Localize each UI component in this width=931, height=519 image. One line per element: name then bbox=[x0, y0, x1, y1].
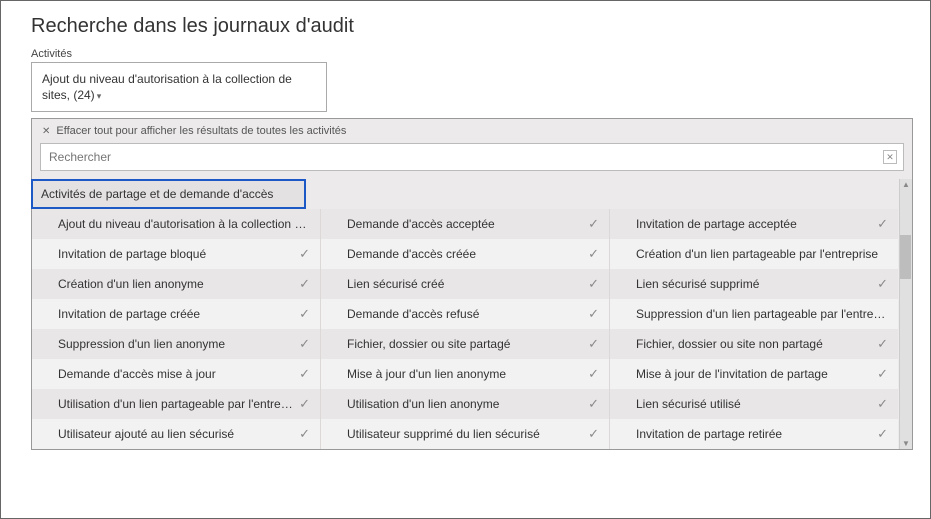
activity-item-label: Utilisateur ajouté au lien sécurisé bbox=[58, 427, 234, 441]
activity-item[interactable]: Demande d'accès acceptée ✓ bbox=[321, 209, 610, 239]
check-icon: ✓ bbox=[588, 276, 599, 292]
activity-item-label: Utilisation d'un lien anonyme bbox=[347, 397, 499, 411]
activity-item-label: Fichier, dossier ou site non partagé bbox=[636, 337, 823, 351]
activity-item[interactable]: Lien sécurisé supprimé ✓ bbox=[610, 269, 898, 299]
activity-row: Invitation de partage bloqué✓Demande d'a… bbox=[32, 239, 898, 269]
check-icon: ✓ bbox=[299, 426, 310, 442]
activity-row: Utilisation d'un lien partageable par l'… bbox=[32, 389, 898, 419]
activity-item-label: Demande d'accès créée bbox=[347, 247, 476, 261]
check-icon: ✓ bbox=[877, 426, 888, 442]
page-title: Recherche dans les journaux d'audit bbox=[31, 15, 912, 38]
chevron-down-icon: ▾ bbox=[97, 91, 102, 101]
activity-item[interactable]: Lien sécurisé utilisé ✓ bbox=[610, 389, 898, 419]
activity-item-label: Lien sécurisé utilisé bbox=[636, 397, 741, 411]
check-icon: ✓ bbox=[588, 306, 599, 322]
search-input[interactable] bbox=[41, 144, 903, 170]
activity-item-label: Suppression d'un lien anonyme bbox=[58, 337, 225, 351]
activities-dropdown-panel: ✕ Effacer tout pour afficher les résulta… bbox=[31, 118, 913, 450]
activity-row: Utilisateur ajouté au lien sécurisé✓Util… bbox=[32, 419, 898, 449]
check-icon: ✓ bbox=[588, 366, 599, 382]
activity-item[interactable]: Utilisateur ajouté au lien sécurisé ✓ bbox=[32, 419, 321, 449]
activity-row: Ajout du niveau d'autorisation à la coll… bbox=[32, 209, 898, 239]
check-icon: ✓ bbox=[299, 246, 310, 262]
activity-item[interactable]: Suppression d'un lien partageable par l'… bbox=[610, 299, 898, 329]
activity-item-label: Suppression d'un lien partageable par l'… bbox=[636, 307, 888, 321]
check-icon: ✓ bbox=[588, 246, 599, 262]
activity-item-label: Lien sécurisé supprimé bbox=[636, 277, 759, 291]
activity-item-label: Lien sécurisé créé bbox=[347, 277, 444, 291]
activity-item[interactable]: Fichier, dossier ou site partagé ✓ bbox=[321, 329, 610, 359]
check-icon: ✓ bbox=[877, 336, 888, 352]
activity-item[interactable]: Invitation de partage créée ✓ bbox=[32, 299, 321, 329]
activities-field-label: Activités bbox=[31, 48, 912, 60]
clear-all-label: Effacer tout pour afficher les résultats… bbox=[56, 125, 346, 137]
activity-item[interactable]: Demande d'accès mise à jour ✓ bbox=[32, 359, 321, 389]
activity-item[interactable]: Suppression d'un lien anonyme ✓ bbox=[32, 329, 321, 359]
activities-selector[interactable]: Ajout du niveau d'autorisation à la coll… bbox=[31, 62, 327, 112]
activity-item[interactable]: Lien sécurisé créé ✓ bbox=[321, 269, 610, 299]
check-icon: ✓ bbox=[299, 396, 310, 412]
activity-item[interactable]: Invitation de partage retirée ✓ bbox=[610, 419, 898, 449]
activity-item[interactable]: Fichier, dossier ou site non partagé ✓ bbox=[610, 329, 898, 359]
activity-item-label: Invitation de partage bloqué bbox=[58, 247, 206, 261]
check-icon: ✓ bbox=[299, 336, 310, 352]
activity-item[interactable]: Utilisateur supprimé du lien sécurisé ✓ bbox=[321, 419, 610, 449]
activity-item-label: Création d'un lien anonyme bbox=[58, 277, 204, 291]
activity-item-label: Demande d'accès refusé bbox=[347, 307, 479, 321]
activity-item[interactable]: Invitation de partage bloqué ✓ bbox=[32, 239, 321, 269]
activity-item-label: Ajout du niveau d'autorisation à la coll… bbox=[58, 217, 310, 231]
activity-row: Demande d'accès mise à jour✓Mise à jour … bbox=[32, 359, 898, 389]
activity-item[interactable]: Utilisation d'un lien anonyme ✓ bbox=[321, 389, 610, 419]
activity-row: Invitation de partage créée✓Demande d'ac… bbox=[32, 299, 898, 329]
activity-item[interactable]: Ajout du niveau d'autorisation à la coll… bbox=[32, 209, 321, 239]
activity-item[interactable]: Demande d'accès refusé ✓ bbox=[321, 299, 610, 329]
check-icon: ✓ bbox=[877, 366, 888, 382]
activities-list: Activités de partage et de demande d'acc… bbox=[32, 179, 912, 449]
check-icon: ✓ bbox=[299, 366, 310, 382]
activity-item-label: Invitation de partage créée bbox=[58, 307, 200, 321]
check-icon: ✓ bbox=[877, 396, 888, 412]
search-clear-icon[interactable]: ✕ bbox=[883, 150, 897, 164]
activity-item-label: Demande d'accès mise à jour bbox=[58, 367, 216, 381]
activity-item[interactable]: Création d'un lien anonyme ✓ bbox=[32, 269, 321, 299]
activity-item-label: Mise à jour de l'invitation de partage bbox=[636, 367, 828, 381]
scrollbar-thumb[interactable] bbox=[900, 235, 911, 279]
activity-item-label: Mise à jour d'un lien anonyme bbox=[347, 367, 506, 381]
activity-item[interactable]: Utilisation d'un lien partageable par l'… bbox=[32, 389, 321, 419]
check-icon: ✓ bbox=[588, 396, 599, 412]
check-icon: ✓ bbox=[877, 276, 888, 292]
activity-item[interactable]: Demande d'accès créée ✓ bbox=[321, 239, 610, 269]
activity-item-label: Demande d'accès acceptée bbox=[347, 217, 495, 231]
check-icon: ✓ bbox=[588, 216, 599, 232]
activity-item[interactable]: Mise à jour de l'invitation de partage ✓ bbox=[610, 359, 898, 389]
activity-row: Création d'un lien anonyme✓Lien sécurisé… bbox=[32, 269, 898, 299]
check-icon: ✓ bbox=[299, 276, 310, 292]
scrollbar[interactable]: ▲ ▼ bbox=[899, 179, 912, 449]
activity-item-label: Création d'un lien partageable par l'ent… bbox=[636, 247, 878, 261]
activity-item-label: Utilisateur supprimé du lien sécurisé bbox=[347, 427, 540, 441]
activities-selected-text: Ajout du niveau d'autorisation à la coll… bbox=[42, 72, 292, 102]
check-icon: ✓ bbox=[877, 216, 888, 232]
activity-item-label: Utilisation d'un lien partageable par l'… bbox=[58, 397, 293, 411]
activity-item[interactable]: Invitation de partage acceptée ✓ bbox=[610, 209, 898, 239]
activity-row: Suppression d'un lien anonyme✓Fichier, d… bbox=[32, 329, 898, 359]
check-icon: ✓ bbox=[299, 306, 310, 322]
check-icon: ✓ bbox=[588, 336, 599, 352]
check-icon: ✓ bbox=[588, 426, 599, 442]
activity-item[interactable]: Création d'un lien partageable par l'ent… bbox=[610, 239, 898, 269]
activity-item-label: Invitation de partage acceptée bbox=[636, 217, 797, 231]
category-header[interactable]: Activités de partage et de demande d'acc… bbox=[31, 179, 306, 209]
scroll-down-icon[interactable]: ▼ bbox=[900, 439, 912, 448]
search-input-wrap: ✕ bbox=[40, 143, 904, 171]
activity-item-label: Invitation de partage retirée bbox=[636, 427, 782, 441]
activity-item[interactable]: Mise à jour d'un lien anonyme ✓ bbox=[321, 359, 610, 389]
clear-all-row[interactable]: ✕ Effacer tout pour afficher les résulta… bbox=[32, 119, 912, 143]
activity-item-label: Fichier, dossier ou site partagé bbox=[347, 337, 510, 351]
scroll-up-icon[interactable]: ▲ bbox=[900, 180, 912, 189]
close-icon[interactable]: ✕ bbox=[42, 126, 50, 137]
